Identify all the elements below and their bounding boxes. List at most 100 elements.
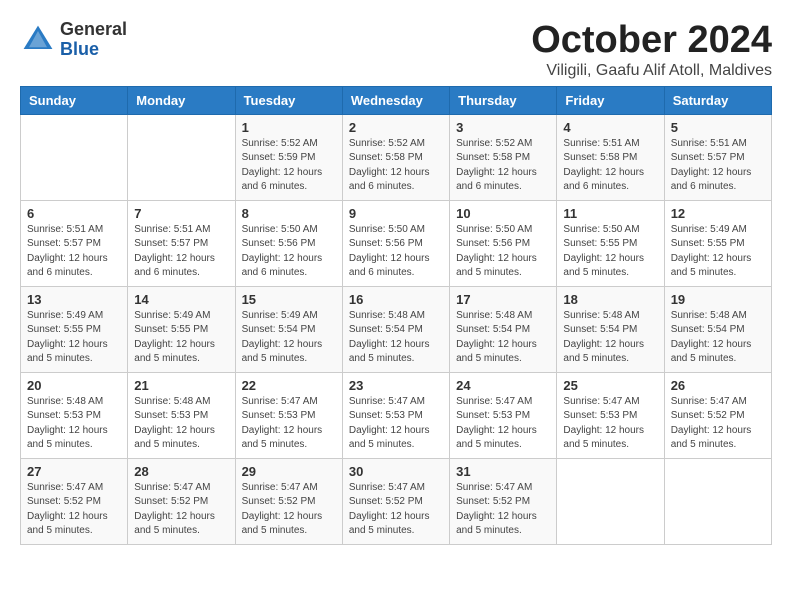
day-number: 29 bbox=[242, 464, 336, 479]
calendar-cell: 25 Sunrise: 5:47 AM Sunset: 5:53 PM Dayli… bbox=[557, 372, 664, 458]
week-row-1: 1 Sunrise: 5:52 AM Sunset: 5:59 PM Daylig… bbox=[21, 114, 772, 200]
calendar-cell: 19 Sunrise: 5:48 AM Sunset: 5:54 PM Dayli… bbox=[664, 286, 771, 372]
day-header-thursday: Thursday bbox=[450, 86, 557, 114]
header-row: SundayMondayTuesdayWednesdayThursdayFrid… bbox=[21, 86, 772, 114]
cell-content: Sunrise: 5:50 AM Sunset: 5:55 PM Dayligh… bbox=[563, 223, 657, 281]
cell-content: Sunrise: 5:49 AM Sunset: 5:55 PM Dayligh… bbox=[27, 309, 121, 367]
calendar-cell: 17Sunrise: 5:48 AM Sunset: 5:54 PM Dayli… bbox=[450, 286, 557, 372]
day-number: 21 bbox=[134, 378, 228, 393]
cell-content: Sunrise: 5:47 AM Sunset: 5:52 PM Dayligh… bbox=[134, 481, 228, 539]
day-number: 25 bbox=[563, 378, 657, 393]
day-number: 31 bbox=[456, 464, 550, 479]
calendar-table: SundayMondayTuesdayWednesdayThursdayFrid… bbox=[20, 86, 772, 545]
week-row-2: 6 Sunrise: 5:51 AM Sunset: 5:57 PM Daylig… bbox=[21, 200, 772, 286]
day-number: 14 bbox=[134, 292, 228, 307]
cell-content: Sunrise: 5:51 AM Sunset: 5:57 PM Dayligh… bbox=[671, 137, 765, 195]
day-number: 22 bbox=[242, 378, 336, 393]
calendar-cell bbox=[557, 458, 664, 544]
day-header-wednesday: Wednesday bbox=[342, 86, 449, 114]
day-number: 2 bbox=[349, 120, 443, 135]
calendar-cell: 24 Sunrise: 5:47 AM Sunset: 5:53 PM Dayli… bbox=[450, 372, 557, 458]
day-number: 10 bbox=[456, 206, 550, 221]
calendar-cell: 11 Sunrise: 5:50 AM Sunset: 5:55 PM Dayli… bbox=[557, 200, 664, 286]
calendar-cell: 16 Sunrise: 5:48 AM Sunset: 5:54 PM Dayli… bbox=[342, 286, 449, 372]
day-header-sunday: Sunday bbox=[21, 86, 128, 114]
cell-content: Sunrise: 5:51 AM Sunset: 5:57 PM Dayligh… bbox=[134, 223, 228, 281]
calendar-cell: 2 Sunrise: 5:52 AM Sunset: 5:58 PM Daylig… bbox=[342, 114, 449, 200]
calendar-cell: 5 Sunrise: 5:51 AM Sunset: 5:57 PM Daylig… bbox=[664, 114, 771, 200]
calendar-cell: 12 Sunrise: 5:49 AM Sunset: 5:55 PM Dayli… bbox=[664, 200, 771, 286]
logo-icon bbox=[20, 22, 56, 58]
calendar-cell: 14Sunrise: 5:49 AM Sunset: 5:55 PM Dayli… bbox=[128, 286, 235, 372]
day-number: 19 bbox=[671, 292, 765, 307]
cell-content: Sunrise: 5:47 AM Sunset: 5:52 PM Dayligh… bbox=[27, 481, 121, 539]
page-header: General Blue October 2024 Viligili, Gaaf… bbox=[20, 20, 772, 80]
calendar-cell: 10 Sunrise: 5:50 AM Sunset: 5:56 PM Dayli… bbox=[450, 200, 557, 286]
cell-content: Sunrise: 5:52 AM Sunset: 5:58 PM Dayligh… bbox=[349, 137, 443, 195]
calendar-cell: 29 Sunrise: 5:47 AM Sunset: 5:52 PM Dayli… bbox=[235, 458, 342, 544]
cell-content: Sunrise: 5:48 AM Sunset: 5:54 PM Dayligh… bbox=[349, 309, 443, 367]
calendar-cell: 28 Sunrise: 5:47 AM Sunset: 5:52 PM Dayli… bbox=[128, 458, 235, 544]
month-title: October 2024 bbox=[531, 20, 772, 62]
logo: General Blue bbox=[20, 20, 127, 60]
calendar-cell: 27Sunrise: 5:47 AM Sunset: 5:52 PM Dayli… bbox=[21, 458, 128, 544]
calendar-cell: 4Sunrise: 5:51 AM Sunset: 5:58 PM Daylig… bbox=[557, 114, 664, 200]
day-number: 16 bbox=[349, 292, 443, 307]
calendar-cell: 31 Sunrise: 5:47 AM Sunset: 5:52 PM Dayli… bbox=[450, 458, 557, 544]
calendar-cell: 20Sunrise: 5:48 AM Sunset: 5:53 PM Dayli… bbox=[21, 372, 128, 458]
cell-content: Sunrise: 5:48 AM Sunset: 5:54 PM Dayligh… bbox=[671, 309, 765, 367]
title-block: October 2024 Viligili, Gaafu Alif Atoll,… bbox=[531, 20, 772, 80]
logo-blue-text: Blue bbox=[60, 39, 99, 59]
day-number: 30 bbox=[349, 464, 443, 479]
cell-content: Sunrise: 5:47 AM Sunset: 5:52 PM Dayligh… bbox=[456, 481, 550, 539]
calendar-cell bbox=[664, 458, 771, 544]
day-number: 12 bbox=[671, 206, 765, 221]
day-header-monday: Monday bbox=[128, 86, 235, 114]
cell-content: Sunrise: 5:47 AM Sunset: 5:52 PM Dayligh… bbox=[671, 395, 765, 453]
day-number: 8 bbox=[242, 206, 336, 221]
day-number: 23 bbox=[349, 378, 443, 393]
cell-content: Sunrise: 5:47 AM Sunset: 5:52 PM Dayligh… bbox=[349, 481, 443, 539]
calendar-cell: 26 Sunrise: 5:47 AM Sunset: 5:52 PM Dayli… bbox=[664, 372, 771, 458]
cell-content: Sunrise: 5:49 AM Sunset: 5:55 PM Dayligh… bbox=[671, 223, 765, 281]
calendar-cell: 1 Sunrise: 5:52 AM Sunset: 5:59 PM Daylig… bbox=[235, 114, 342, 200]
day-number: 9 bbox=[349, 206, 443, 221]
calendar-cell: 6 Sunrise: 5:51 AM Sunset: 5:57 PM Daylig… bbox=[21, 200, 128, 286]
cell-content: Sunrise: 5:52 AM Sunset: 5:59 PM Dayligh… bbox=[242, 137, 336, 195]
cell-content: Sunrise: 5:52 AM Sunset: 5:58 PM Dayligh… bbox=[456, 137, 550, 195]
day-number: 15 bbox=[242, 292, 336, 307]
calendar-cell: 30 Sunrise: 5:47 AM Sunset: 5:52 PM Dayli… bbox=[342, 458, 449, 544]
day-number: 18 bbox=[563, 292, 657, 307]
calendar-cell bbox=[21, 114, 128, 200]
cell-content: Sunrise: 5:51 AM Sunset: 5:58 PM Dayligh… bbox=[563, 137, 657, 195]
cell-content: Sunrise: 5:50 AM Sunset: 5:56 PM Dayligh… bbox=[349, 223, 443, 281]
day-header-tuesday: Tuesday bbox=[235, 86, 342, 114]
cell-content: Sunrise: 5:48 AM Sunset: 5:53 PM Dayligh… bbox=[134, 395, 228, 453]
cell-content: Sunrise: 5:48 AM Sunset: 5:54 PM Dayligh… bbox=[563, 309, 657, 367]
day-number: 6 bbox=[27, 206, 121, 221]
day-number: 28 bbox=[134, 464, 228, 479]
cell-content: Sunrise: 5:51 AM Sunset: 5:57 PM Dayligh… bbox=[27, 223, 121, 281]
cell-content: Sunrise: 5:47 AM Sunset: 5:53 PM Dayligh… bbox=[563, 395, 657, 453]
week-row-4: 20Sunrise: 5:48 AM Sunset: 5:53 PM Dayli… bbox=[21, 372, 772, 458]
day-number: 17 bbox=[456, 292, 550, 307]
day-number: 1 bbox=[242, 120, 336, 135]
calendar-cell: 15Sunrise: 5:49 AM Sunset: 5:54 PM Dayli… bbox=[235, 286, 342, 372]
calendar-cell: 7 Sunrise: 5:51 AM Sunset: 5:57 PM Daylig… bbox=[128, 200, 235, 286]
cell-content: Sunrise: 5:47 AM Sunset: 5:52 PM Dayligh… bbox=[242, 481, 336, 539]
calendar-cell: 18 Sunrise: 5:48 AM Sunset: 5:54 PM Dayli… bbox=[557, 286, 664, 372]
cell-content: Sunrise: 5:50 AM Sunset: 5:56 PM Dayligh… bbox=[456, 223, 550, 281]
cell-content: Sunrise: 5:47 AM Sunset: 5:53 PM Dayligh… bbox=[242, 395, 336, 453]
cell-content: Sunrise: 5:47 AM Sunset: 5:53 PM Dayligh… bbox=[456, 395, 550, 453]
day-number: 24 bbox=[456, 378, 550, 393]
day-header-saturday: Saturday bbox=[664, 86, 771, 114]
day-number: 5 bbox=[671, 120, 765, 135]
day-number: 26 bbox=[671, 378, 765, 393]
cell-content: Sunrise: 5:50 AM Sunset: 5:56 PM Dayligh… bbox=[242, 223, 336, 281]
calendar-cell: 23Sunrise: 5:47 AM Sunset: 5:53 PM Dayli… bbox=[342, 372, 449, 458]
location-subtitle: Viligili, Gaafu Alif Atoll, Maldives bbox=[531, 62, 772, 80]
calendar-cell bbox=[128, 114, 235, 200]
calendar-cell: 3Sunrise: 5:52 AM Sunset: 5:58 PM Daylig… bbox=[450, 114, 557, 200]
day-number: 7 bbox=[134, 206, 228, 221]
day-number: 11 bbox=[563, 206, 657, 221]
